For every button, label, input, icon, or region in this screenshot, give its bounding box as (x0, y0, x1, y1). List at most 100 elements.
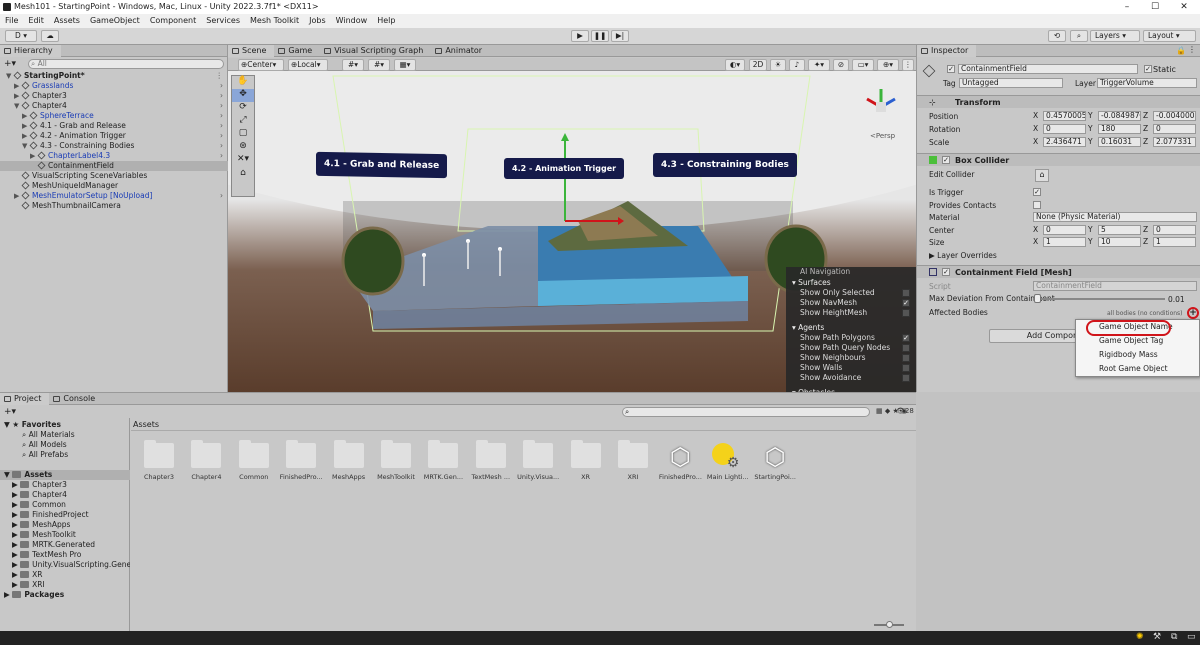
rect-tool-icon[interactable]: ▢ (232, 128, 254, 141)
chevron-right-icon[interactable]: › (220, 91, 223, 101)
hierarchy-item[interactable]: MeshThumbnailCamera (0, 201, 228, 211)
tab-game[interactable]: Game (274, 45, 320, 57)
add-icon[interactable]: +▾ (4, 59, 16, 69)
axis-y-label[interactable]: Y (1088, 124, 1093, 134)
menu-jobs[interactable]: Jobs (304, 14, 331, 28)
snap-settings-icon[interactable]: ▦▾ (394, 59, 416, 71)
is-trigger-checkbox[interactable]: ✓ (1033, 188, 1041, 196)
provides-contacts-checkbox[interactable] (1033, 201, 1041, 209)
menu-assets[interactable]: Assets (49, 14, 85, 28)
zoom-slider-thumb[interactable] (886, 621, 893, 628)
nav-option[interactable]: Show NavMesh ✓ (786, 298, 916, 308)
chevron-right-icon[interactable]: › (220, 121, 223, 131)
static-checkbox[interactable]: ✓ (1144, 65, 1152, 73)
lighting-status-icon[interactable]: ✺ (1136, 632, 1144, 642)
expand-arrow-icon[interactable]: ▶ (22, 121, 30, 131)
effects-icon[interactable]: ✦▾ (808, 59, 830, 71)
containment-enabled-checkbox[interactable]: ✓ (942, 268, 950, 276)
menu-component[interactable]: Component (145, 14, 201, 28)
nav-option[interactable]: Show Path Query Nodes (786, 343, 916, 353)
gizmos-icon[interactable]: ⊕▾ (877, 59, 899, 71)
favorites-header[interactable]: ▼ ★ Favorites (0, 420, 130, 430)
hierarchy-search-input[interactable]: ⌕ All (28, 59, 224, 69)
tab-visual-scripting-graph[interactable]: Visual Scripting Graph (320, 45, 431, 57)
nav-section-header[interactable]: ▾ Surfaces (786, 278, 916, 288)
asset-item[interactable]: MeshToolkit (373, 440, 419, 481)
expand-arrow-icon[interactable]: ▶ (22, 131, 30, 141)
axis-y-label[interactable]: Y (1088, 237, 1093, 247)
hierarchy-item[interactable]: ContainmentField (0, 161, 228, 171)
nav-option[interactable]: Show HeightMesh (786, 308, 916, 318)
close-button[interactable]: ✕ (1170, 0, 1198, 14)
pivot-dropdown[interactable]: ⊕Center▾ (238, 59, 284, 71)
hierarchy-item[interactable]: ▶ 4.2 - Animation Trigger › (0, 131, 228, 141)
chevron-right-icon[interactable]: › (220, 81, 223, 91)
asset-item[interactable]: ⬡ FinishedPro... (657, 443, 703, 481)
hierarchy-item[interactable]: ▼ StartingPoint* ⋮ (0, 71, 228, 81)
hierarchy-item[interactable]: ▶ SphereTerrace › (0, 111, 228, 121)
lock-icon[interactable]: 🔒 (1176, 46, 1186, 55)
axis-x-label[interactable]: X (1033, 225, 1038, 235)
favorite-item[interactable]: ⌕ All Prefabs (0, 450, 130, 460)
menu-help[interactable]: Help (372, 14, 400, 28)
asset-folder[interactable]: ▶ FinishedProject (0, 510, 130, 520)
layout-dropdown[interactable]: Layout ▾ (1143, 30, 1196, 42)
vector-z-field[interactable]: -0.004000 (1153, 111, 1196, 121)
object-name-field[interactable]: ContainmentField (958, 64, 1138, 74)
nav-option[interactable]: Show Neighbours (786, 353, 916, 363)
menu-item-game-object-tag[interactable]: Game Object Tag (1076, 334, 1199, 348)
more-icon[interactable]: ⋮ (1188, 45, 1196, 54)
hierarchy-item[interactable]: MeshUniqueIdManager (0, 181, 228, 191)
axis-x-label[interactable]: X (1033, 237, 1038, 247)
layer-overrides-label[interactable]: ▶ Layer Overrides (929, 250, 997, 261)
asset-folder[interactable]: ▶ MeshToolkit (0, 530, 130, 540)
expand-arrow-icon[interactable]: ▼ (6, 71, 14, 81)
axis-x-label[interactable]: X (1033, 124, 1038, 134)
edit-collider-button[interactable]: ⌂ (1035, 169, 1049, 182)
containment-field-header[interactable]: Containment Field [Mesh] (917, 265, 1200, 278)
tab-console[interactable]: Console (49, 393, 103, 405)
hierarchy-item[interactable]: ▶ Chapter3 › (0, 91, 228, 101)
favorite-item[interactable]: ⌕ All Models (0, 440, 130, 450)
hierarchy-item[interactable]: ▼ 4.3 - Constraining Bodies › (0, 141, 228, 151)
edit-tool-icon[interactable]: ⌂ (232, 168, 254, 182)
add-affected-body-button[interactable]: + (1187, 307, 1199, 319)
menu-gameobject[interactable]: GameObject (85, 14, 145, 28)
pause-icon[interactable]: ❚❚ (591, 30, 609, 42)
hierarchy-item[interactable]: ▶ MeshEmulatorSetup [NoUpload] › (0, 191, 228, 201)
menu-mesh-toolkit[interactable]: Mesh Toolkit (245, 14, 304, 28)
vector-x-field[interactable]: 1 (1043, 237, 1086, 247)
chevron-right-icon[interactable]: › (220, 111, 223, 121)
rotate-tool-icon[interactable]: ⟳ (232, 102, 254, 115)
asset-folder[interactable]: ▶ XR (0, 570, 130, 580)
notifications-icon[interactable]: ▭ (1187, 632, 1196, 642)
favorite-item[interactable]: ⌕ All Materials (0, 430, 130, 440)
vector-x-field[interactable]: 0.4570005 (1043, 111, 1086, 121)
packages-root[interactable]: ▶ Packages (0, 590, 130, 600)
asset-item[interactable]: TextMesh ... (468, 440, 514, 481)
nav-option-checkbox[interactable] (902, 309, 910, 317)
asset-folder[interactable]: ▶ MeshApps (0, 520, 130, 530)
add-asset-icon[interactable]: +▾ (4, 407, 16, 417)
custom-tool-icon[interactable]: ✕▾ (232, 154, 254, 168)
vector-x-field[interactable]: 0 (1043, 124, 1086, 134)
cloud-icon[interactable]: ☁ (41, 30, 59, 42)
expand-arrow-icon[interactable]: ▶ (22, 111, 30, 121)
history-icon[interactable]: ⟲ (1048, 30, 1066, 42)
grid-snap-icon[interactable]: #▾ (342, 59, 364, 71)
expand-arrow-icon[interactable]: ▼ (22, 141, 30, 151)
tab-hierarchy[interactable]: Hierarchy (0, 45, 61, 57)
audio-icon[interactable]: ♪ (789, 59, 805, 71)
asset-folder[interactable]: ▶ Chapter4 (0, 490, 130, 500)
tab-scene[interactable]: Scene (228, 45, 275, 57)
max-deviation-slider-thumb[interactable] (1034, 294, 1042, 303)
asset-item[interactable]: Unity.Visua... (515, 440, 561, 481)
camera-icon[interactable]: ▭▾ (852, 59, 874, 71)
active-checkbox[interactable]: ✓ (947, 65, 955, 73)
axis-x-label[interactable]: X (1033, 111, 1038, 121)
minimize-button[interactable]: – (1113, 0, 1141, 14)
asset-item[interactable]: MRTK.Gen... (420, 440, 466, 481)
vector-x-field[interactable]: 0 (1043, 225, 1086, 235)
nav-option-checkbox[interactable] (902, 289, 910, 297)
box-collider-enabled-checkbox[interactable]: ✓ (942, 156, 950, 164)
